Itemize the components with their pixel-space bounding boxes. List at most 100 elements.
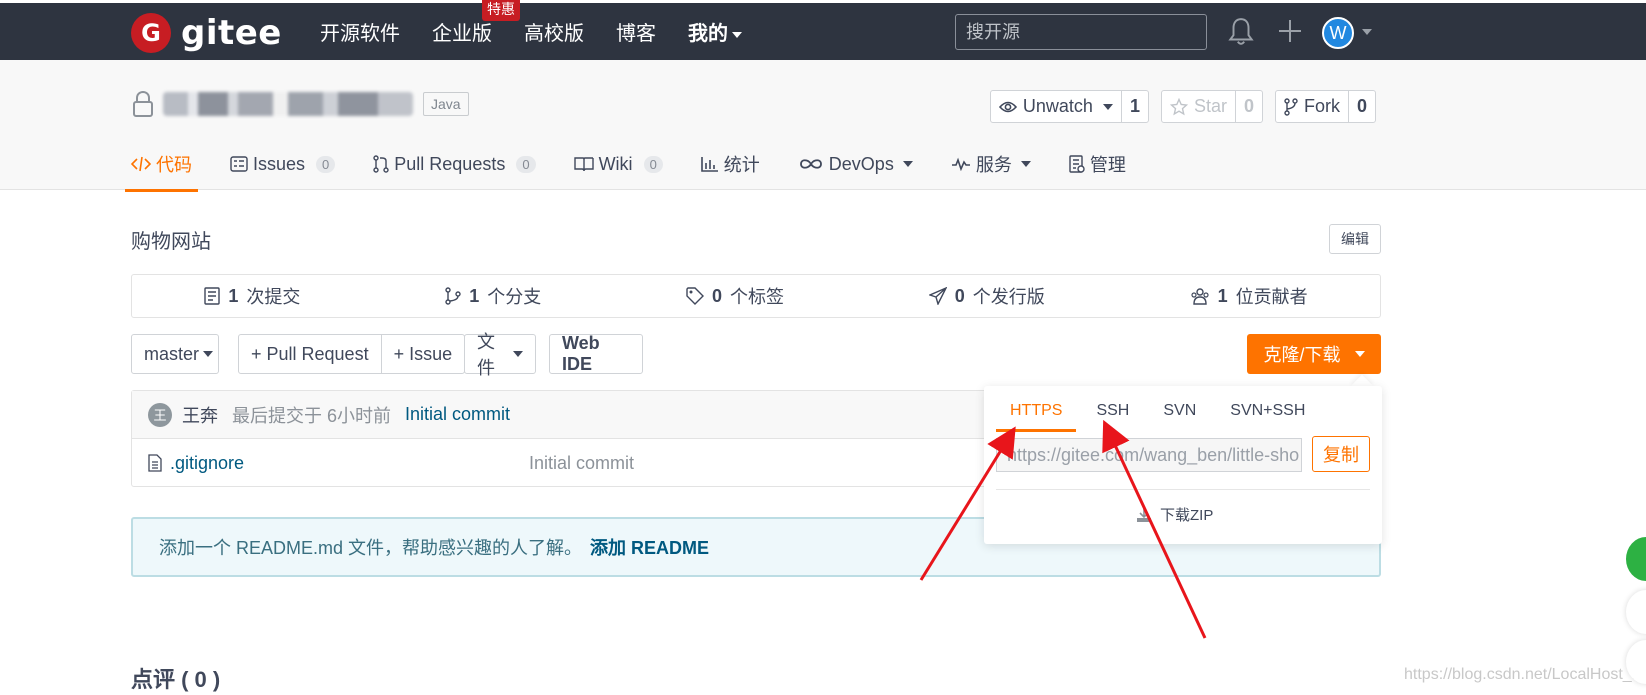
chevron-down-icon — [1020, 161, 1031, 167]
lock-icon — [133, 90, 153, 117]
infinity-icon — [799, 159, 822, 169]
new-pull-request-button[interactable]: + Pull Request — [239, 335, 381, 373]
star-button[interactable]: Star 0 — [1160, 90, 1263, 123]
branch-icon — [445, 287, 461, 305]
tab-devops[interactable]: DevOps — [798, 144, 913, 190]
tab-code-label: 代码 — [156, 155, 192, 175]
tab-pr-count: 0 — [516, 155, 536, 173]
pull-request-icon — [373, 155, 389, 173]
code-icon — [131, 156, 151, 172]
stat-releases-num: 0 — [954, 285, 965, 306]
file-commit-message[interactable]: Initial commit — [529, 453, 634, 474]
stat-branches[interactable]: 1 个分支 — [445, 283, 541, 309]
bell-icon[interactable] — [1228, 17, 1254, 47]
fork-icon — [1284, 97, 1298, 116]
stat-tags[interactable]: 0 个标签 — [686, 283, 784, 309]
repo-path-blurred[interactable] — [163, 92, 413, 116]
web-ide-button[interactable]: Web IDE — [549, 333, 643, 374]
stat-commits-num: 1 — [228, 285, 239, 306]
reviews-title: 点评 ( 0 ) — [131, 667, 221, 692]
tab-issues[interactable]: Issues 0 — [230, 144, 336, 190]
plus-icon[interactable] — [1276, 17, 1304, 45]
file-name[interactable]: .gitignore — [170, 453, 244, 474]
watch-label: Unwatch — [1022, 96, 1093, 116]
code-toolbar: master + Pull Request + Issue 文件 Web IDE… — [131, 332, 1381, 378]
stat-branches-label: 个分支 — [487, 287, 542, 307]
tab-pull-requests[interactable]: Pull Requests 0 — [373, 144, 536, 190]
file-menu-button[interactable]: 文件 — [464, 332, 536, 378]
tab-stats[interactable]: 统计 — [700, 144, 760, 190]
stat-releases[interactable]: 0 个发行版 — [928, 283, 1045, 309]
nav-mine[interactable]: 我的 — [688, 17, 742, 46]
floating-chat-button[interactable] — [1626, 537, 1646, 581]
send-icon — [928, 287, 947, 305]
tab-wiki[interactable]: Wiki 0 — [573, 144, 663, 190]
tab-svn-ssh[interactable]: SVN+SSH — [1216, 392, 1319, 432]
fork-label: Fork — [1303, 96, 1340, 116]
tab-manage-label: 管理 — [1089, 155, 1126, 175]
language-tag[interactable]: Java — [423, 92, 469, 116]
nav-enterprise[interactable]: 企业版 特惠 — [432, 0, 520, 46]
stat-contributors[interactable]: 1 位贡献者 — [1190, 283, 1308, 309]
floating-help-button[interactable] — [1626, 590, 1646, 634]
repo-header: Java Unwatch 1 Star 0 Fork 0 代码 Issues 0… — [0, 60, 1646, 192]
file-icon — [148, 454, 162, 472]
watch-main[interactable]: Unwatch — [991, 91, 1121, 122]
search-input[interactable] — [955, 14, 1207, 50]
commit-message[interactable]: Initial commit — [405, 404, 510, 425]
chevron-down-icon — [902, 161, 913, 167]
create-group: + Pull Request + Issue — [238, 334, 466, 374]
download-zip-button[interactable]: 下载ZIP — [1136, 504, 1213, 525]
eye-icon — [998, 101, 1017, 112]
tab-issues-label: Issues — [253, 153, 306, 174]
fork-main[interactable]: Fork — [1276, 91, 1348, 122]
commit-author-avatar[interactable]: 王 — [148, 402, 172, 427]
gitee-logo[interactable]: G gitee — [131, 13, 282, 53]
repo-actions: Unwatch 1 Star 0 Fork 0 — [978, 90, 1376, 123]
avatar-chevron-down-icon[interactable] — [1362, 29, 1372, 35]
clone-download-button[interactable]: 克隆/下载 — [1247, 334, 1381, 374]
star-icon — [1169, 97, 1188, 115]
star-main[interactable]: Star — [1162, 91, 1235, 122]
watch-count[interactable]: 1 — [1120, 91, 1148, 122]
popup-divider — [996, 489, 1370, 490]
stat-tags-num: 0 — [711, 285, 722, 306]
clone-popup: HTTPS SSH SVN SVN+SSH https://gitee.com/… — [984, 386, 1382, 544]
chevron-down-icon — [1102, 103, 1113, 110]
chart-icon — [700, 157, 718, 172]
nav-blog[interactable]: 博客 — [616, 17, 656, 46]
tab-https[interactable]: HTTPS — [996, 392, 1077, 432]
fork-count[interactable]: 0 — [1347, 91, 1375, 122]
branch-label: master — [144, 343, 200, 364]
wiki-icon — [573, 157, 594, 172]
add-readme-link[interactable]: 添加 README — [590, 534, 709, 560]
nav-university[interactable]: 高校版 — [524, 17, 584, 46]
top-navbar: G gitee 开源软件 企业版特惠 高校版 博客 我的 W — [0, 0, 1646, 60]
branch-select[interactable]: master — [131, 334, 219, 374]
tab-services[interactable]: 服务 — [951, 144, 1031, 190]
commit-time: 最后提交于 6小时前 — [232, 405, 392, 426]
tab-stats-label: 统计 — [723, 155, 760, 175]
tab-wiki-label: Wiki — [598, 153, 633, 174]
fork-button[interactable]: Fork 0 — [1274, 90, 1376, 123]
copy-button[interactable]: 复制 — [1312, 436, 1370, 472]
stat-branches-num: 1 — [469, 285, 480, 306]
repo-tabs: 代码 Issues 0 Pull Requests 0 Wiki 0 统计 De… — [125, 144, 1164, 192]
user-avatar[interactable]: W — [1322, 17, 1354, 49]
tab-ssh[interactable]: SSH — [1082, 392, 1143, 432]
manage-icon — [1069, 155, 1085, 173]
new-issue-button[interactable]: + Issue — [380, 335, 465, 373]
stat-contributors-num: 1 — [1217, 285, 1228, 306]
stat-commits-label: 次提交 — [246, 287, 301, 307]
watch-button[interactable]: Unwatch 1 — [989, 90, 1149, 123]
nav-open-source[interactable]: 开源软件 — [320, 17, 400, 46]
tab-code[interactable]: 代码 — [125, 144, 198, 192]
edit-description-button[interactable]: 编辑 — [1329, 224, 1381, 254]
tab-svn[interactable]: SVN — [1149, 392, 1210, 432]
commit-author[interactable]: 王奔 — [182, 402, 218, 428]
tab-wiki-count: 0 — [643, 155, 663, 173]
star-count[interactable]: 0 — [1234, 91, 1262, 122]
tab-manage[interactable]: 管理 — [1069, 144, 1126, 190]
clone-url-input[interactable]: https://gitee.com/wang_ben/little-sho — [996, 438, 1302, 472]
stat-commits[interactable]: 1 次提交 — [204, 283, 300, 309]
